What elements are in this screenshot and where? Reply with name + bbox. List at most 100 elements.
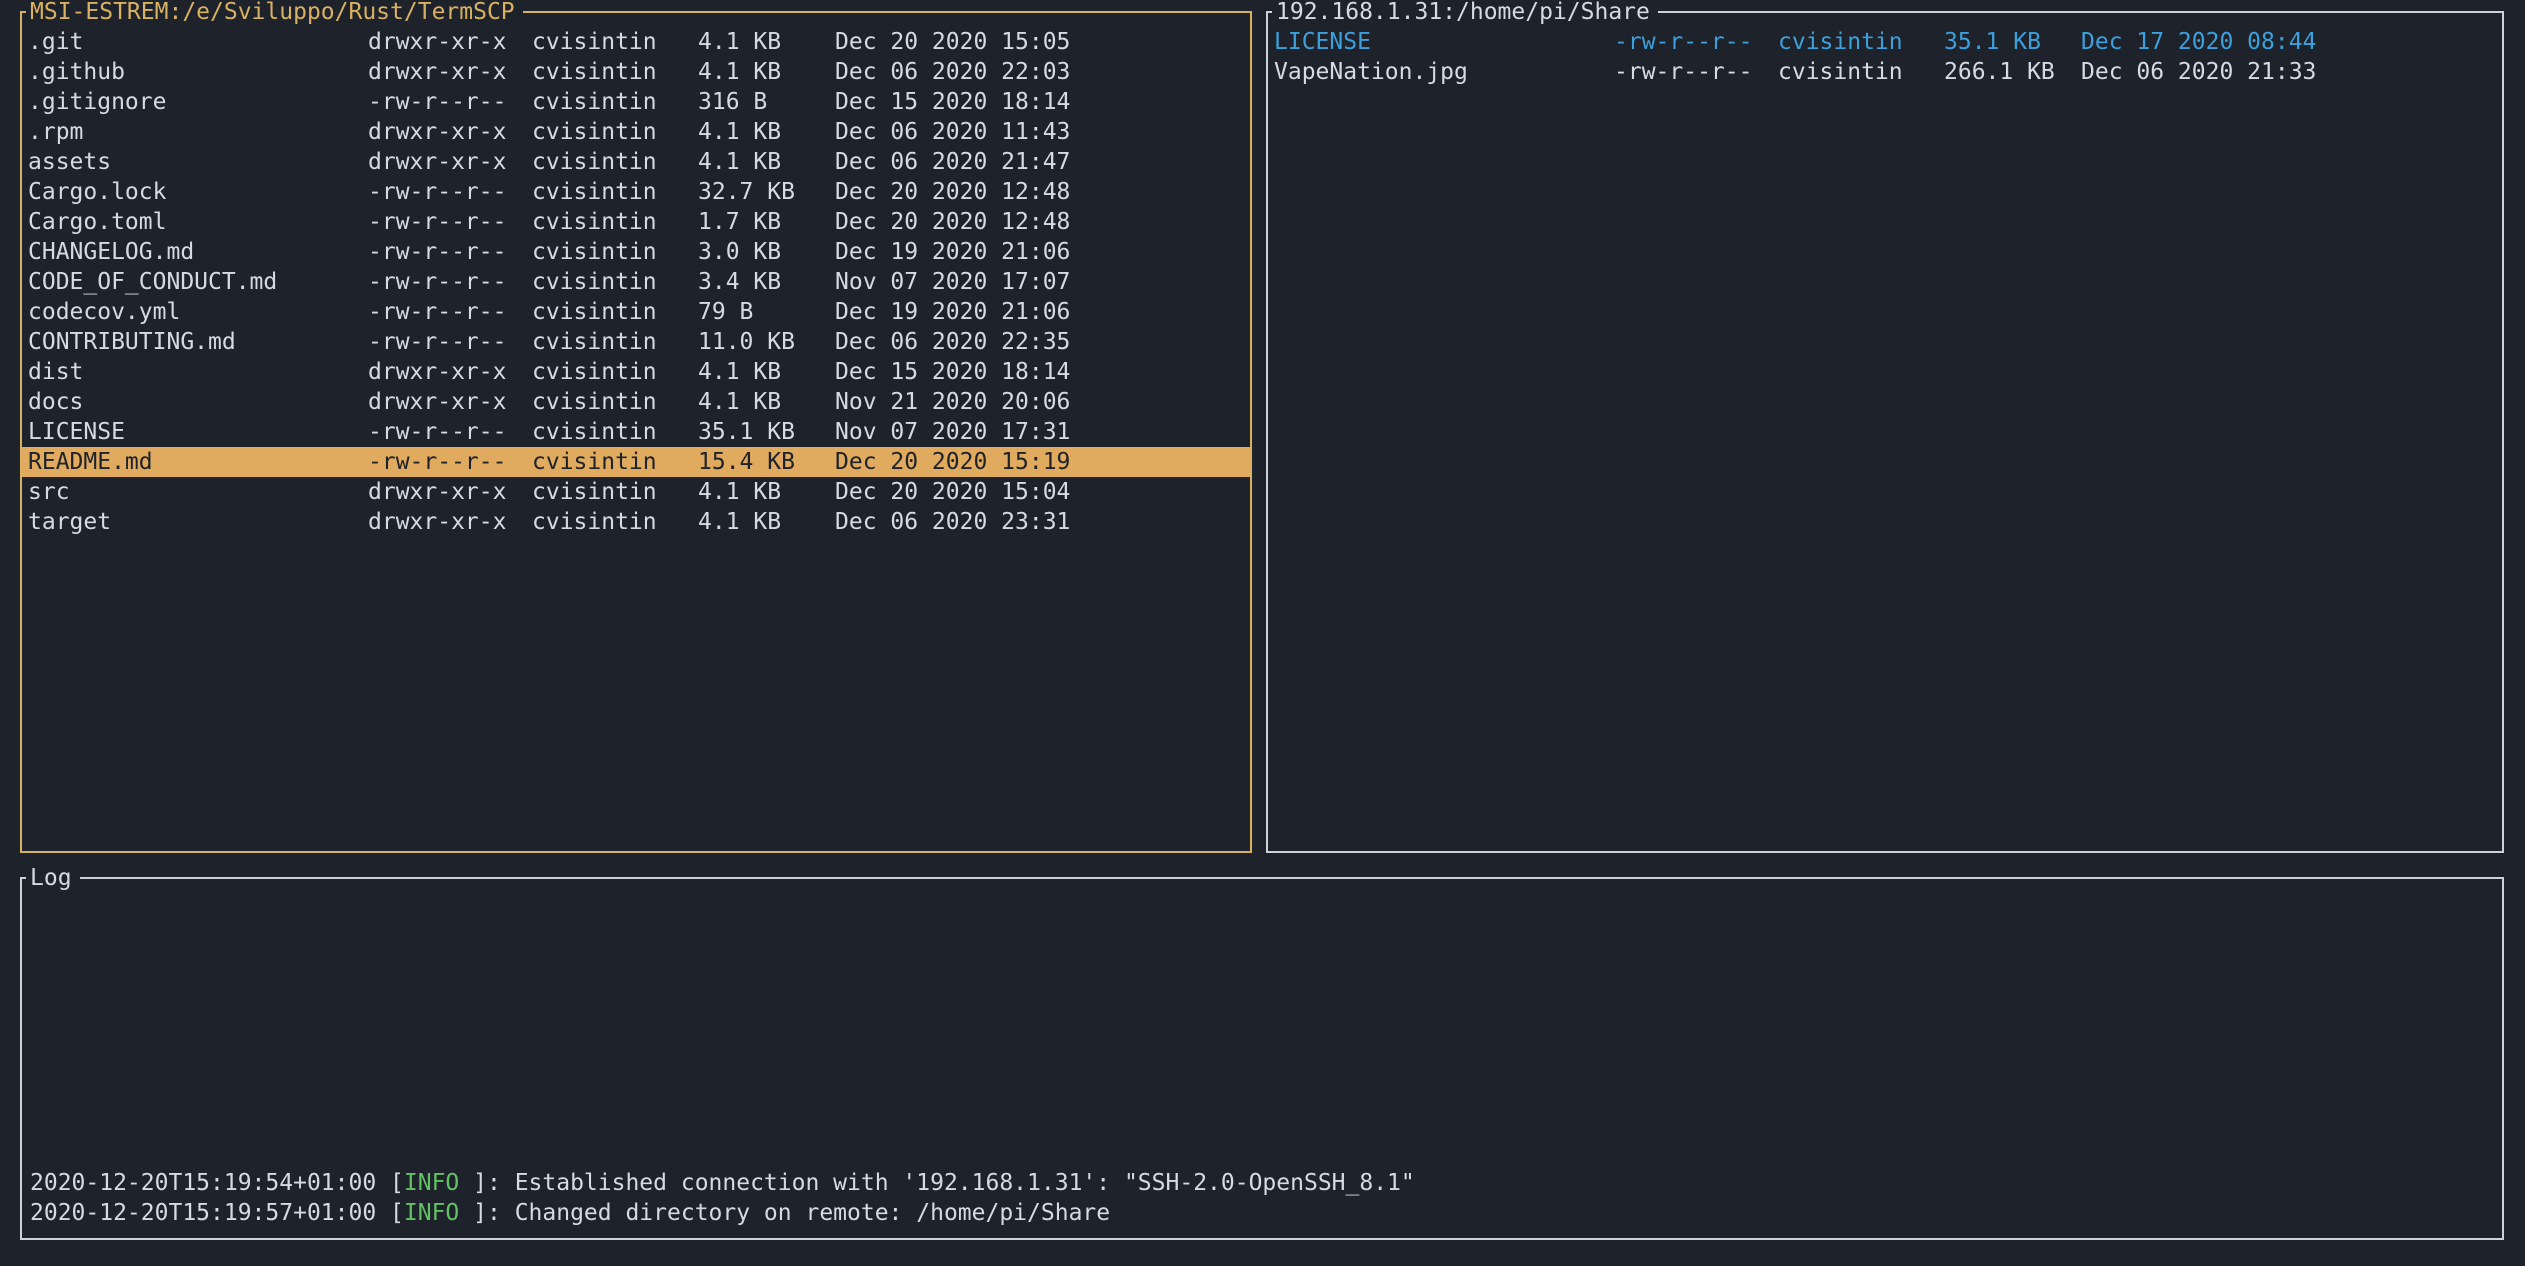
- file-owner: cvisintin: [532, 237, 698, 267]
- file-row[interactable]: README.md-rw-r--r--cvisintin15.4 KBDec 2…: [22, 447, 1250, 477]
- file-row[interactable]: .gitdrwxr-xr-xcvisintin4.1 KBDec 20 2020…: [22, 27, 1250, 57]
- file-modified-date: Dec 06 2020 21:33: [2081, 57, 2502, 87]
- file-size: 3.4 KB: [698, 267, 835, 297]
- file-name: LICENSE: [28, 417, 368, 447]
- file-row[interactable]: assetsdrwxr-xr-xcvisintin4.1 KBDec 06 20…: [22, 147, 1250, 177]
- file-size: 35.1 KB: [698, 417, 835, 447]
- file-name: README.md: [28, 447, 368, 477]
- file-row[interactable]: docsdrwxr-xr-xcvisintin4.1 KBNov 21 2020…: [22, 387, 1250, 417]
- file-size: 4.1 KB: [698, 147, 835, 177]
- file-modified-date: Dec 06 2020 11:43: [835, 117, 1250, 147]
- file-permissions: -rw-r--r--: [368, 237, 532, 267]
- file-row[interactable]: CHANGELOG.md-rw-r--r--cvisintin3.0 KBDec…: [22, 237, 1250, 267]
- file-permissions: drwxr-xr-x: [368, 357, 532, 387]
- file-name: VapeNation.jpg: [1274, 57, 1614, 87]
- file-row[interactable]: Cargo.lock-rw-r--r--cvisintin32.7 KBDec …: [22, 177, 1250, 207]
- file-row[interactable]: targetdrwxr-xr-xcvisintin4.1 KBDec 06 20…: [22, 507, 1250, 537]
- file-owner: cvisintin: [532, 207, 698, 237]
- log-level-bracket-close: ]:: [473, 1200, 515, 1226]
- file-size: 266.1 KB: [1944, 57, 2081, 87]
- log-entry: 2020-12-20T15:19:54+01:00 [INFO ]: Estab…: [30, 1168, 2494, 1198]
- file-modified-date: Dec 20 2020 15:05: [835, 27, 1250, 57]
- file-row[interactable]: CODE_OF_CONDUCT.md-rw-r--r--cvisintin3.4…: [22, 267, 1250, 297]
- file-permissions: -rw-r--r--: [1614, 27, 1778, 57]
- file-owner: cvisintin: [1778, 27, 1944, 57]
- file-size: 1.7 KB: [698, 207, 835, 237]
- file-modified-date: Dec 06 2020 22:03: [835, 57, 1250, 87]
- file-row[interactable]: .rpmdrwxr-xr-xcvisintin4.1 KBDec 06 2020…: [22, 117, 1250, 147]
- log-level-bracket-open: [: [376, 1170, 404, 1196]
- file-name: src: [28, 477, 368, 507]
- file-row[interactable]: .gitignore-rw-r--r--cvisintin316 BDec 15…: [22, 87, 1250, 117]
- file-name: codecov.yml: [28, 297, 368, 327]
- file-row[interactable]: LICENSE-rw-r--r--cvisintin35.1 KBNov 07 …: [22, 417, 1250, 447]
- file-row[interactable]: codecov.yml-rw-r--r--cvisintin79 BDec 19…: [22, 297, 1250, 327]
- file-row[interactable]: LICENSE-rw-r--r--cvisintin35.1 KBDec 17 …: [1268, 27, 2502, 57]
- file-modified-date: Dec 20 2020 12:48: [835, 207, 1250, 237]
- file-permissions: -rw-r--r--: [368, 327, 532, 357]
- file-size: 15.4 KB: [698, 447, 835, 477]
- file-name: dist: [28, 357, 368, 387]
- log-entries: 2020-12-20T15:19:54+01:00 [INFO ]: Estab…: [22, 879, 2502, 1238]
- file-permissions: drwxr-xr-x: [368, 477, 532, 507]
- log-timestamp: 2020-12-20T15:19:57+01:00: [30, 1200, 376, 1226]
- file-row[interactable]: distdrwxr-xr-xcvisintin4.1 KBDec 15 2020…: [22, 357, 1250, 387]
- local-explorer-panel[interactable]: MSI-ESTREM:/e/Sviluppo/Rust/TermSCP .git…: [20, 11, 1252, 853]
- file-size: 4.1 KB: [698, 477, 835, 507]
- file-row[interactable]: .githubdrwxr-xr-xcvisintin4.1 KBDec 06 2…: [22, 57, 1250, 87]
- remote-file-list: LICENSE-rw-r--r--cvisintin35.1 KBDec 17 …: [1268, 13, 2502, 851]
- file-modified-date: Dec 06 2020 23:31: [835, 507, 1250, 537]
- local-file-list: .gitdrwxr-xr-xcvisintin4.1 KBDec 20 2020…: [22, 13, 1250, 851]
- file-permissions: drwxr-xr-x: [368, 27, 532, 57]
- file-size: 4.1 KB: [698, 27, 835, 57]
- log-panel: Log 2020-12-20T15:19:54+01:00 [INFO ]: E…: [20, 877, 2504, 1240]
- file-permissions: -rw-r--r--: [368, 87, 532, 117]
- file-permissions: -rw-r--r--: [368, 447, 532, 477]
- file-owner: cvisintin: [1778, 57, 1944, 87]
- file-owner: cvisintin: [532, 357, 698, 387]
- file-owner: cvisintin: [532, 27, 698, 57]
- file-row[interactable]: VapeNation.jpg-rw-r--r--cvisintin266.1 K…: [1268, 57, 2502, 87]
- file-modified-date: Nov 21 2020 20:06: [835, 387, 1250, 417]
- file-modified-date: Dec 19 2020 21:06: [835, 237, 1250, 267]
- file-modified-date: Nov 07 2020 17:31: [835, 417, 1250, 447]
- file-permissions: drwxr-xr-x: [368, 387, 532, 417]
- file-modified-date: Dec 06 2020 21:47: [835, 147, 1250, 177]
- log-message: Changed directory on remote: /home/pi/Sh…: [515, 1200, 1110, 1226]
- file-name: Cargo.lock: [28, 177, 368, 207]
- file-name: docs: [28, 387, 368, 417]
- file-name: CONTRIBUTING.md: [28, 327, 368, 357]
- file-permissions: drwxr-xr-x: [368, 147, 532, 177]
- file-name: Cargo.toml: [28, 207, 368, 237]
- file-modified-date: Dec 20 2020 15:19: [835, 447, 1250, 477]
- file-row[interactable]: CONTRIBUTING.md-rw-r--r--cvisintin11.0 K…: [22, 327, 1250, 357]
- file-owner: cvisintin: [532, 447, 698, 477]
- file-owner: cvisintin: [532, 327, 698, 357]
- file-row[interactable]: srcdrwxr-xr-xcvisintin4.1 KBDec 20 2020 …: [22, 477, 1250, 507]
- file-name: .github: [28, 57, 368, 87]
- log-level-bracket-open: [: [376, 1200, 404, 1226]
- file-size: 4.1 KB: [698, 57, 835, 87]
- file-size: 79 B: [698, 297, 835, 327]
- file-owner: cvisintin: [532, 267, 698, 297]
- file-name: CHANGELOG.md: [28, 237, 368, 267]
- file-size: 35.1 KB: [1944, 27, 2081, 57]
- file-owner: cvisintin: [532, 87, 698, 117]
- log-entry: 2020-12-20T15:19:57+01:00 [INFO ]: Chang…: [30, 1198, 2494, 1228]
- file-owner: cvisintin: [532, 387, 698, 417]
- file-size: 4.1 KB: [698, 387, 835, 417]
- file-owner: cvisintin: [532, 417, 698, 447]
- file-size: 4.1 KB: [698, 357, 835, 387]
- file-name: LICENSE: [1274, 27, 1614, 57]
- remote-explorer-panel[interactable]: 192.168.1.31:/home/pi/Share LICENSE-rw-r…: [1266, 11, 2504, 853]
- log-timestamp: 2020-12-20T15:19:54+01:00: [30, 1170, 376, 1196]
- file-permissions: -rw-r--r--: [368, 177, 532, 207]
- file-name: target: [28, 507, 368, 537]
- file-modified-date: Dec 06 2020 22:35: [835, 327, 1250, 357]
- file-owner: cvisintin: [532, 177, 698, 207]
- file-row[interactable]: Cargo.toml-rw-r--r--cvisintin1.7 KBDec 2…: [22, 207, 1250, 237]
- file-permissions: drwxr-xr-x: [368, 57, 532, 87]
- file-modified-date: Dec 20 2020 15:04: [835, 477, 1250, 507]
- file-permissions: drwxr-xr-x: [368, 507, 532, 537]
- file-size: 4.1 KB: [698, 117, 835, 147]
